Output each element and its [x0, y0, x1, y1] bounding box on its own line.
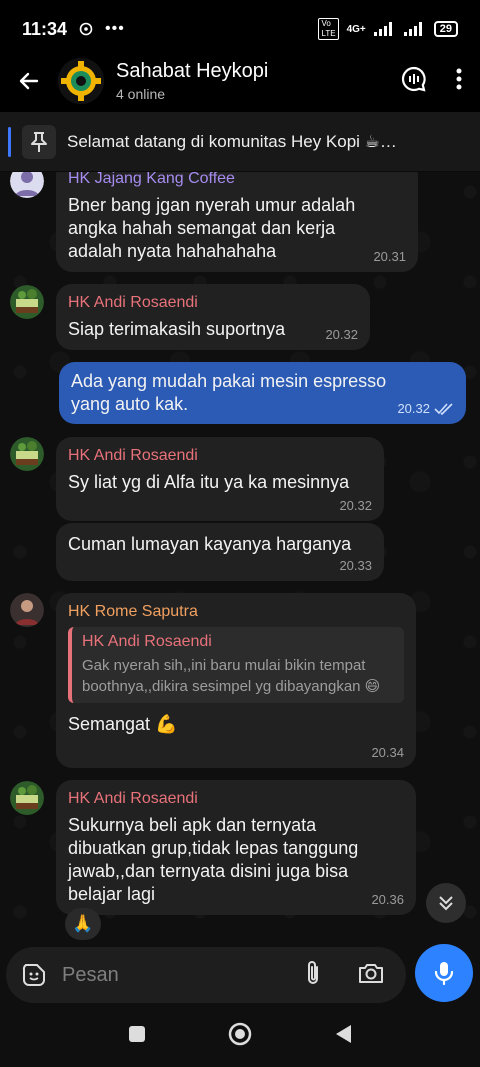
reply-quote[interactable]: HK Andi Rosaendi Gak nyerah sih,,ini bar…: [68, 627, 404, 703]
signal-icon-2: [403, 22, 422, 36]
status-time: 11:34: [22, 18, 68, 39]
avatar[interactable]: [10, 285, 44, 319]
message-bubble[interactable]: HK Andi Rosaendi Sy liat yg di Alfa itu …: [56, 437, 384, 521]
recents-button[interactable]: [128, 1025, 146, 1048]
whatsapp-status-icon: [79, 22, 93, 36]
sticker-icon: [22, 964, 45, 986]
message-time: 20.36: [371, 892, 404, 907]
avatar-andi: [10, 781, 44, 815]
online-count: 4 online: [116, 86, 166, 102]
heykopi-logo: [58, 58, 104, 104]
back-arrow-icon: [19, 72, 39, 90]
message-bubble[interactable]: Cuman lumayan kayanya harganya 20.33: [56, 523, 384, 581]
message-text: Siap terimakasih suportnya: [68, 319, 286, 339]
system-nav-bar: [0, 1005, 480, 1067]
voice-chat-icon: [401, 66, 426, 91]
volte-icon: Vo LTE: [318, 18, 339, 40]
mic-icon: [434, 962, 454, 986]
battery-indicator: 29: [433, 21, 458, 37]
voice-chat-button[interactable]: [400, 65, 428, 98]
message-time-wrap: 20.32: [397, 401, 454, 416]
message-reaction[interactable]: 🙏: [65, 908, 101, 940]
message-time: 20.32: [339, 498, 372, 513]
message-sender[interactable]: HK Andi Rosaendi: [68, 447, 372, 465]
nav-back-icon: [336, 1024, 351, 1043]
sticker-button[interactable]: [6, 962, 62, 988]
camera-button[interactable]: [358, 962, 384, 989]
message-bubble[interactable]: HK Jajang Kang Coffee Bner bang jgan nye…: [56, 172, 418, 272]
message-text: Ada yang mudah pakai mesin espresso yang…: [71, 371, 387, 414]
attach-button[interactable]: [302, 959, 324, 992]
group-avatar[interactable]: [58, 58, 104, 104]
message-bubble-outgoing[interactable]: Ada yang mudah pakai mesin espresso yang…: [59, 362, 466, 424]
chat-header: Sahabat Heykopi 4 online: [0, 50, 480, 112]
voice-record-button[interactable]: [415, 944, 473, 1002]
message-input-container[interactable]: [6, 947, 406, 1003]
double-check-icon: [434, 402, 453, 415]
message-text: Bner bang jgan nyerah umur adalah angka …: [68, 195, 356, 261]
chevron-down-icon: [439, 896, 453, 911]
pinned-message-bar[interactable]: Selamat datang di komunitas Hey Kopi ☕…: [0, 112, 480, 172]
pinned-text: Selamat datang di komunitas Hey Kopi ☕…: [67, 131, 397, 151]
message-bubble[interactable]: HK Rome Saputra HK Andi Rosaendi Gak nye…: [56, 593, 416, 768]
message-time: 20.33: [339, 558, 372, 573]
back-button[interactable]: [0, 69, 58, 93]
message-time: 20.34: [371, 745, 404, 760]
more-notifications-icon: •••: [105, 20, 125, 37]
message-bubble[interactable]: HK Andi Rosaendi Siap terimakasih suport…: [56, 284, 370, 350]
message-time: 20.32: [325, 327, 358, 342]
signal-icon: [373, 22, 392, 36]
message-bubble[interactable]: HK Andi Rosaendi Sukurnya beli apk dan t…: [56, 780, 416, 915]
message-sender[interactable]: HK Jajang Kang Coffee: [68, 172, 406, 188]
message-time: 20.31: [373, 249, 406, 264]
avatar-rome: [10, 593, 44, 627]
composer: [0, 944, 480, 1005]
message-sender[interactable]: HK Rome Saputra: [68, 603, 404, 621]
avatar[interactable]: [10, 437, 44, 471]
message-input[interactable]: [62, 963, 282, 987]
message-text: Sukurnya beli apk dan ternyata dibuatkan…: [68, 815, 359, 904]
camera-icon: [359, 963, 383, 983]
avatar-andi: [10, 437, 44, 471]
message-list[interactable]: HK Jajang Kang Coffee Bner bang jgan nye…: [0, 172, 480, 947]
home-icon: [228, 1022, 252, 1045]
home-button[interactable]: [228, 1022, 252, 1051]
recents-icon: [129, 1025, 145, 1042]
message-text: Cuman lumayan kayanya harganya: [68, 534, 352, 554]
message-time: 20.32: [397, 401, 430, 416]
pin-button[interactable]: [22, 124, 56, 159]
more-vert-icon: [456, 68, 462, 89]
avatar[interactable]: [10, 593, 44, 627]
more-options-button[interactable]: [456, 68, 462, 95]
quote-text: Gak nyerah sih,,ini baru mulai bikin tem…: [82, 657, 381, 695]
quote-sender: HK Andi Rosaendi: [82, 633, 212, 650]
network-type: 4G+: [346, 23, 366, 35]
message-sender[interactable]: HK Andi Rosaendi: [68, 790, 404, 808]
avatar-andi: [10, 285, 44, 319]
message-text: Semangat 💪: [68, 714, 178, 734]
avatar[interactable]: [10, 172, 44, 198]
pinned-indicator: [8, 126, 11, 157]
nav-back-button[interactable]: [334, 1024, 352, 1049]
avatar[interactable]: [10, 781, 44, 815]
message-sender[interactable]: HK Andi Rosaendi: [68, 294, 358, 312]
message-text: Sy liat yg di Alfa itu ya ka mesinnya: [68, 472, 350, 492]
avatar-jajang: [10, 172, 44, 198]
scroll-down-button[interactable]: [426, 883, 466, 923]
attach-icon: [308, 960, 318, 984]
chat-title[interactable]: Sahabat Heykopi: [116, 60, 268, 83]
pin-icon: [31, 131, 47, 152]
